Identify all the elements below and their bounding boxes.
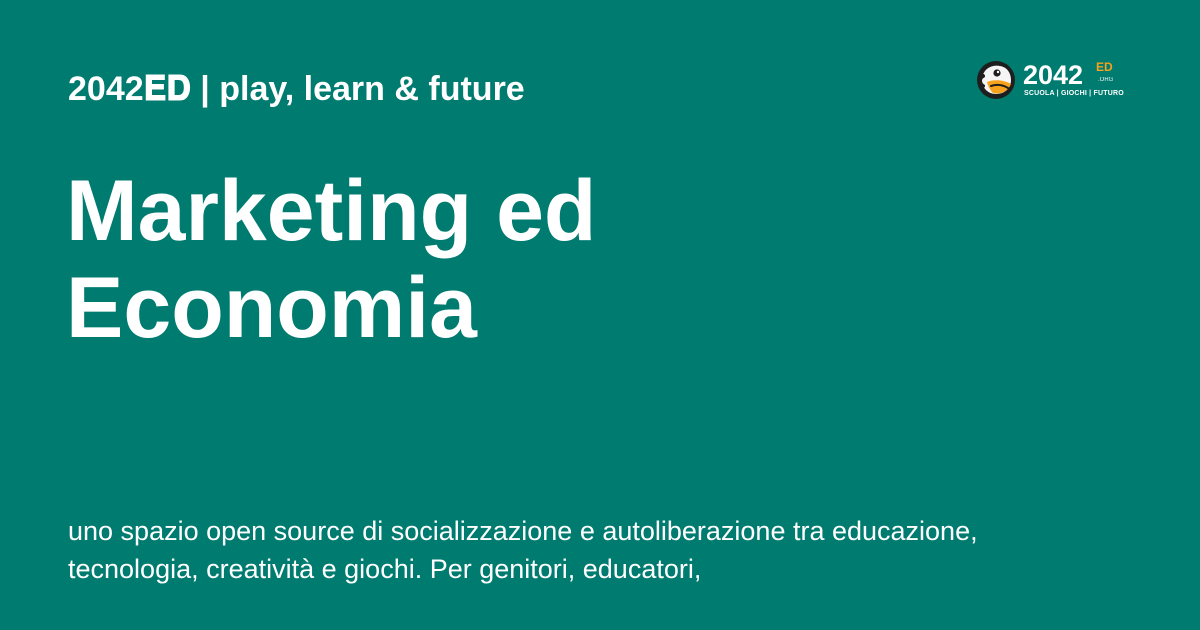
- logo-tagline: SCUOLA | GIOCHI | FUTURO: [1024, 90, 1124, 97]
- page-description: uno spazio open source di socializzazion…: [68, 516, 978, 584]
- logo-number: 2042: [1023, 60, 1084, 90]
- page-title: Marketing ed Economia: [66, 163, 966, 357]
- page-title-line-1: Marketing ed: [66, 163, 597, 259]
- logo-superscript-ed: ED: [1096, 60, 1113, 74]
- mascot-logo-icon: [977, 61, 1015, 99]
- brand-logo[interactable]: 2042 ED .ORG SCUOLA | GIOCHI | FUTURO: [976, 58, 1136, 102]
- social-preview-card: 2042𝐄𝐃 | play, learn & future 2042 ED .O…: [0, 0, 1200, 630]
- page-title-line-2: Economia: [66, 260, 477, 356]
- site-header-title: 2042𝐄𝐃 | play, learn & future: [68, 70, 525, 108]
- logo-domain: .ORG: [1098, 77, 1114, 83]
- logo-wordmark: 2042 ED .ORG SCUOLA | GIOCHI | FUTURO: [1023, 60, 1133, 100]
